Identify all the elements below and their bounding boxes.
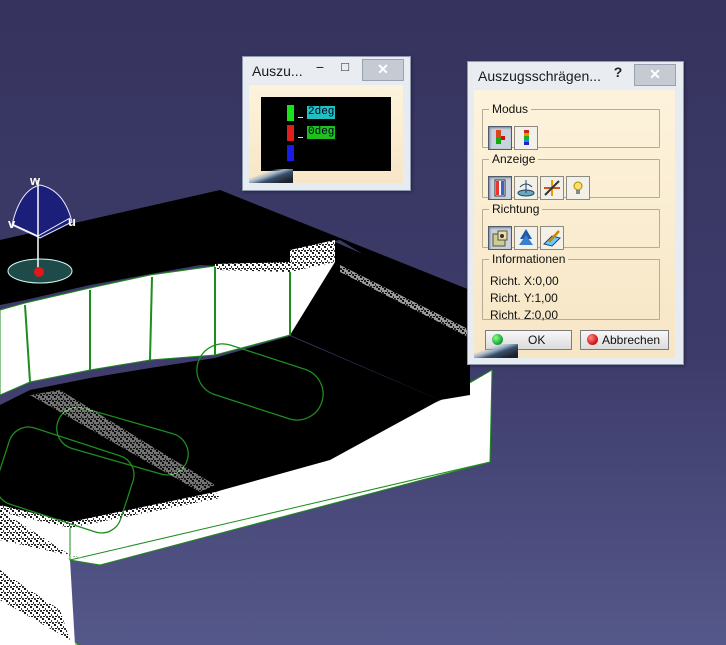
- dialog-body: Modus Anzeige Richtung Informationen Ric…: [474, 90, 675, 358]
- group-anzeige-label: Anzeige: [492, 152, 536, 166]
- legend-tick: [298, 137, 303, 138]
- draft-gradient-mode-icon[interactable]: [514, 126, 538, 150]
- compass-origin-dot[interactable]: [34, 267, 44, 277]
- cancel-indicator-icon: [587, 334, 598, 345]
- info-direction-z: Richt. Z:0,00: [490, 308, 559, 322]
- corner-decoration: [474, 344, 518, 358]
- close-button[interactable]: ✕: [362, 59, 404, 81]
- legend-panel: 2deg 0deg: [261, 97, 391, 171]
- close-button[interactable]: ✕: [634, 64, 676, 86]
- legend-tick: [298, 117, 303, 118]
- group-richtung: Richtung: [482, 202, 660, 250]
- info-direction-x: Richt. X:0,00: [490, 274, 559, 288]
- compass-label-w: w: [29, 173, 41, 188]
- legend-label: 0deg: [307, 126, 336, 139]
- legend-window-body: 2deg 0deg: [249, 85, 403, 183]
- compass-label-v: v: [8, 216, 16, 231]
- group-anzeige: Anzeige: [482, 152, 660, 200]
- compass-label-u: u: [68, 214, 76, 229]
- group-modus-label: Modus: [492, 102, 529, 116]
- legend-swatch: [287, 105, 294, 121]
- edit-direction-icon[interactable]: [540, 226, 564, 250]
- dialog-title: Auszugsschrägen...: [478, 68, 601, 84]
- compass-display-icon[interactable]: [514, 176, 538, 200]
- maximize-button[interactable]: □: [338, 59, 352, 79]
- minimize-button[interactable]: −: [313, 59, 327, 79]
- group-richtung-label: Richtung: [492, 202, 540, 216]
- ok-button-label: OK: [528, 333, 546, 347]
- legend-swatch: [287, 125, 294, 141]
- group-modus: Modus: [482, 102, 660, 150]
- legend-swatch: [287, 145, 294, 161]
- draft-analysis-dialog[interactable]: Auszugsschrägen... ? ✕ Modus Anzeige Ric…: [467, 61, 684, 365]
- legend-window[interactable]: Auszu... − □ ✕ 2deg 0deg: [242, 56, 411, 191]
- cross-display-icon[interactable]: [540, 176, 564, 200]
- cancel-button-label: Abbrechen: [602, 333, 661, 347]
- draft-color-mode-icon[interactable]: [488, 126, 512, 150]
- help-button[interactable]: ?: [611, 64, 625, 84]
- info-direction-y: Richt. Y:1,00: [490, 291, 558, 305]
- legend-label: 2deg: [307, 106, 336, 119]
- group-informationen: Informationen Richt. X:0,00 Richt. Y:1,0…: [482, 252, 660, 322]
- light-bulb-icon[interactable]: [566, 176, 590, 200]
- dialog-titlebar[interactable]: Auszugsschrägen... ? ✕: [468, 62, 683, 88]
- legend-window-title: Auszu...: [252, 63, 303, 79]
- compass-direction-icon[interactable]: [514, 226, 538, 250]
- corner-decoration: [249, 169, 293, 183]
- lock-direction-icon[interactable]: [488, 226, 512, 250]
- group-informationen-label: Informationen: [492, 252, 566, 266]
- legend-window-titlebar[interactable]: Auszu... − □ ✕: [243, 57, 410, 83]
- cancel-button[interactable]: Abbrechen: [580, 330, 669, 350]
- cursor-display-icon[interactable]: [488, 176, 512, 200]
